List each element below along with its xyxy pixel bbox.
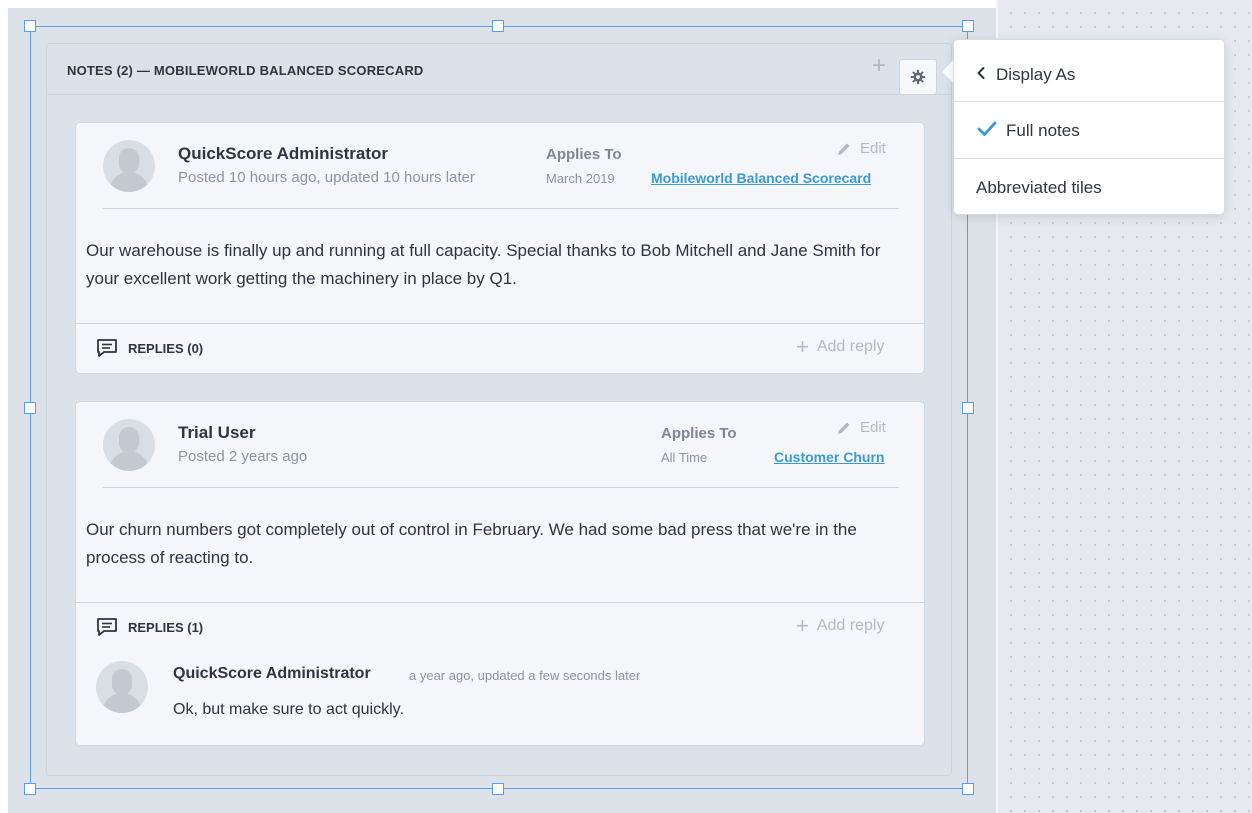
menu-item-abbreviated-tiles[interactable]: Abbreviated tiles (954, 161, 1224, 214)
resize-handle-top-right[interactable] (962, 20, 974, 32)
pencil-icon (838, 422, 850, 434)
note-posted: Posted 2 years ago (178, 448, 308, 465)
add-reply-button[interactable]: + Add reply (796, 613, 884, 638)
settings-button[interactable] (899, 59, 937, 95)
menu-item-full-notes[interactable]: Full notes (954, 104, 1224, 159)
checkmark-icon (976, 120, 998, 143)
chevron-left-icon (976, 66, 986, 83)
resize-handle-bottom[interactable] (492, 783, 504, 795)
resize-handle-left[interactable] (24, 402, 36, 414)
note-divider (103, 487, 899, 488)
resize-handle-bottom-right[interactable] (962, 783, 974, 795)
replies-label[interactable]: REPLIES (0) (96, 338, 203, 358)
applies-to-link[interactable]: Mobileworld Balanced Scorecard (651, 170, 871, 186)
applies-to-label: Applies To (661, 425, 737, 442)
replies-bar: REPLIES (1) + Add reply QuickScore Admin… (76, 602, 924, 746)
reply-avatar (96, 661, 148, 713)
replies-label[interactable]: REPLIES (1) (96, 617, 203, 637)
note-author: QuickScore Administrator (178, 144, 389, 163)
resize-handle-top[interactable] (492, 20, 504, 32)
reply-author: QuickScore Administrator (173, 665, 371, 682)
resize-handle-right[interactable] (962, 402, 974, 414)
plus-icon: + (796, 334, 809, 359)
menu-item-label: Abbreviated tiles (976, 177, 1102, 197)
dashboard-canvas: NOTES (2) — MOBILEWORLD BALANCED SCORECA… (0, 0, 1252, 813)
applies-to-period: March 2019 (546, 171, 615, 186)
widget-title: NOTES (2) — MOBILEWORLD BALANCED SCORECA… (67, 63, 424, 78)
add-reply-button[interactable]: + Add reply (796, 334, 884, 359)
replies-bar: REPLIES (0) + Add reply (76, 323, 924, 374)
edit-button[interactable]: Edit (836, 419, 886, 436)
note-card: Trial User Posted 2 years ago Applies To… (75, 401, 925, 746)
note-body: Our churn numbers got completely out of … (86, 520, 857, 567)
avatar (103, 419, 155, 471)
comment-icon (97, 339, 117, 357)
note-body: Our warehouse is finally up and running … (86, 241, 881, 288)
avatar (103, 140, 155, 192)
widget-header: NOTES (2) — MOBILEWORLD BALANCED SCORECA… (47, 44, 951, 95)
note-author: Trial User (178, 423, 256, 442)
note-posted: Posted 10 hours ago, updated 10 hours la… (178, 169, 475, 186)
reply-text: Ok, but make sure to act quickly. (173, 701, 404, 718)
plus-icon: + (796, 613, 809, 638)
notes-widget: NOTES (2) — MOBILEWORLD BALANCED SCORECA… (46, 43, 952, 776)
note-divider (103, 208, 899, 209)
plus-icon[interactable]: + (869, 54, 889, 78)
reply-meta: a year ago, updated a few seconds later (409, 668, 641, 683)
applies-to-link[interactable]: Customer Churn (774, 449, 884, 465)
edit-button[interactable]: Edit (836, 140, 886, 157)
display-as-back[interactable]: Display As (954, 48, 1224, 102)
pencil-icon (838, 143, 850, 155)
display-as-title: Display As (996, 64, 1076, 84)
note-card: QuickScore Administrator Posted 10 hours… (75, 122, 925, 374)
applies-to-period: All Time (661, 450, 708, 465)
resize-handle-bottom-left[interactable] (24, 783, 36, 795)
resize-handle-top-left[interactable] (24, 20, 36, 32)
gear-icon (910, 69, 926, 85)
applies-to-label: Applies To (546, 146, 622, 163)
menu-item-label: Full notes (1006, 121, 1080, 140)
comment-icon (97, 618, 117, 636)
display-as-menu: Display As Full notes Abbreviated tiles (953, 39, 1225, 215)
